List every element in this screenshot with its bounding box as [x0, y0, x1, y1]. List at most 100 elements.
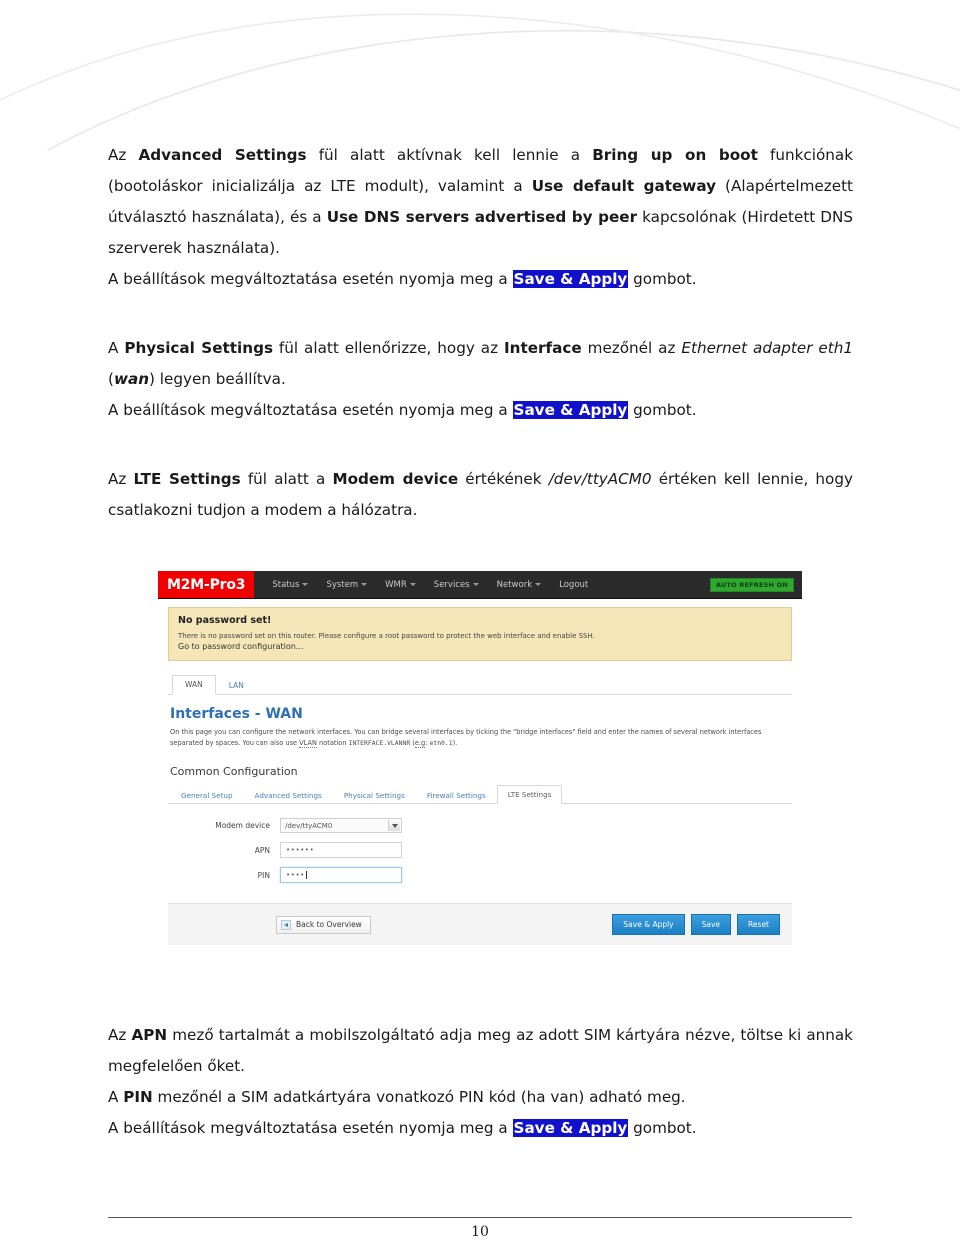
text-run: Use DNS servers advertised by peer — [326, 208, 638, 226]
page-title: Interfaces - WAN — [170, 706, 303, 722]
paragraph-1: Az Advanced Settings fül alatt aktívnak … — [108, 140, 853, 264]
apn-label: APN — [254, 845, 270, 855]
document-body-lower: Az APN mező tartalmát a mobilszolgáltató… — [108, 1020, 853, 1144]
save-button[interactable]: Save — [690, 914, 732, 935]
modem-device-select[interactable]: /dev/ttyACM0 — [280, 818, 402, 833]
text-run: Advanced Settings — [138, 146, 307, 164]
text-run: gombot. — [628, 401, 697, 419]
text-run: Az — [108, 146, 139, 164]
lte-settings-form: Modem device /dev/ttyACM0 APN •••••• PIN… — [168, 804, 792, 883]
nav-item-system[interactable]: System — [317, 580, 376, 590]
text-run: ) legyen beállítva. — [149, 370, 286, 388]
tab-firewall-settings[interactable]: Firewall Settings — [416, 786, 497, 804]
page-description: On this page you can configure the netwo… — [170, 727, 770, 748]
page-footer: 10 — [108, 1217, 852, 1240]
password-config-link[interactable]: Go to password configuration... — [178, 642, 782, 651]
text-run: A beállítások megváltoztatása esetén nyo… — [108, 1119, 513, 1137]
nav-label: WMR — [385, 579, 407, 590]
paragraph-3: A Physical Settings fül alatt ellenőrizz… — [108, 333, 853, 395]
highlighted-term: Save & Apply — [512, 401, 629, 419]
nav-item-wmr[interactable]: WMR — [376, 580, 425, 590]
text-run: gombot. — [628, 270, 697, 288]
arrow-left-icon — [281, 919, 291, 930]
nav-item-status[interactable]: Status — [263, 580, 317, 590]
paragraph-8: A beállítások megváltoztatása esetén nyo… — [108, 1113, 853, 1144]
tab-advanced-settings[interactable]: Advanced Settings — [244, 786, 333, 804]
paragraph-7: A PIN mezőnél a SIM adatkártyára vonatko… — [108, 1082, 853, 1113]
text-run: Bring up on boot — [592, 146, 758, 164]
interface-vlannr-code: INTERFACE.VLANNR — [348, 738, 411, 747]
modem-device-value: /dev/ttyACM0 — [285, 821, 333, 830]
router-content: No password set! There is no password se… — [158, 599, 802, 945]
tab-wan[interactable]: WAN — [172, 675, 216, 695]
text-run: mezőnél az — [581, 339, 682, 357]
form-row-apn: APN •••••• — [168, 842, 792, 858]
text-run: /dev/ttyACM0 — [548, 470, 652, 488]
form-row-pin: PIN •••• — [168, 867, 792, 883]
text-run: fül alatt a — [240, 470, 333, 488]
auto-refresh-badge[interactable]: AUTO REFRESH ON — [709, 577, 794, 592]
apn-value: •••••• — [286, 846, 315, 854]
modem-device-label: Modem device — [215, 821, 270, 830]
interface-tabs: WAN LAN — [168, 673, 792, 695]
chevron-down-icon — [535, 583, 542, 586]
chevron-down-icon — [302, 583, 309, 586]
text-run: A beállítások megváltoztatása esetén nyo… — [108, 270, 513, 288]
config-tabs: General Setup Advanced Settings Physical… — [168, 784, 792, 804]
text-run: APN — [131, 1026, 168, 1044]
tab-lte-settings[interactable]: LTE Settings — [496, 785, 563, 804]
text-run: mezőnél a SIM adatkártyára vonatkozó PIN… — [152, 1088, 686, 1106]
nav-item-logout[interactable]: Logout — [550, 580, 597, 590]
text-run: Modem device — [332, 470, 459, 488]
desc-line2e: ). — [452, 738, 458, 747]
nav-label: System — [326, 579, 359, 590]
chevron-down-icon[interactable] — [388, 820, 400, 831]
text-run: fül alatt ellenőrizze, hogy az — [272, 339, 505, 357]
text-run: LTE Settings — [133, 470, 241, 488]
brand-logo[interactable]: M2M-Pro3 — [158, 571, 255, 598]
apn-input[interactable]: •••••• — [280, 842, 402, 858]
chevron-down-icon — [409, 583, 416, 586]
pin-input[interactable]: •••• — [280, 867, 402, 883]
paragraph-2: A beállítások megváltoztatása esetén nyo… — [108, 264, 853, 295]
text-run: értékének — [458, 470, 549, 488]
text-run: PIN — [123, 1088, 153, 1106]
reset-button[interactable]: Reset — [737, 914, 780, 935]
highlighted-term: Save & Apply — [512, 1119, 629, 1137]
tab-lan[interactable]: LAN — [216, 676, 257, 695]
highlighted-term: Save & Apply — [512, 270, 629, 288]
chevron-down-icon — [361, 583, 368, 586]
text-run: Az — [108, 470, 134, 488]
nav-label: Network — [496, 579, 533, 590]
text-run: Az — [108, 1026, 132, 1044]
chevron-down-icon — [472, 583, 479, 586]
desc-line2b: notation — [316, 738, 349, 747]
navbar-menu: Status System WMR Services Network Logou… — [254, 571, 597, 598]
paragraph-5: Az LTE Settings fül alatt a Modem device… — [108, 464, 853, 526]
text-run: Physical Settings — [124, 339, 273, 357]
pin-value: •••• — [286, 871, 305, 879]
text-run: Interface — [504, 339, 582, 357]
nav-item-network[interactable]: Network — [488, 580, 551, 590]
save-apply-button[interactable]: Save & Apply — [612, 914, 685, 935]
page-number: 10 — [471, 1224, 489, 1240]
tab-physical-settings[interactable]: Physical Settings — [333, 786, 416, 804]
eth0-code: eth0.1 — [429, 738, 453, 747]
nav-item-services[interactable]: Services — [425, 580, 488, 590]
tab-general-setup[interactable]: General Setup — [170, 786, 244, 804]
paragraph-4: A beállítások megváltoztatása esetén nyo… — [108, 395, 853, 426]
text-run: wan — [113, 370, 150, 388]
form-button-bar: Back to Overview Save & Apply Save Reset — [168, 903, 792, 945]
text-run: A — [108, 1088, 124, 1106]
embedded-router-screenshot: M2M-Pro3 Status System WMR Services Netw… — [158, 571, 802, 1001]
pin-label: PIN — [257, 870, 270, 880]
text-cursor — [305, 871, 307, 879]
back-to-overview-button[interactable]: Back to Overview — [276, 915, 371, 934]
common-configuration-heading: Common Configuration — [170, 765, 298, 778]
text-run: fül alatt aktívnak kell lennie a — [306, 146, 593, 164]
text-run: gombot. — [628, 1119, 697, 1137]
vlan-term: VLAN — [299, 738, 317, 748]
nav-label: Services — [433, 579, 470, 590]
